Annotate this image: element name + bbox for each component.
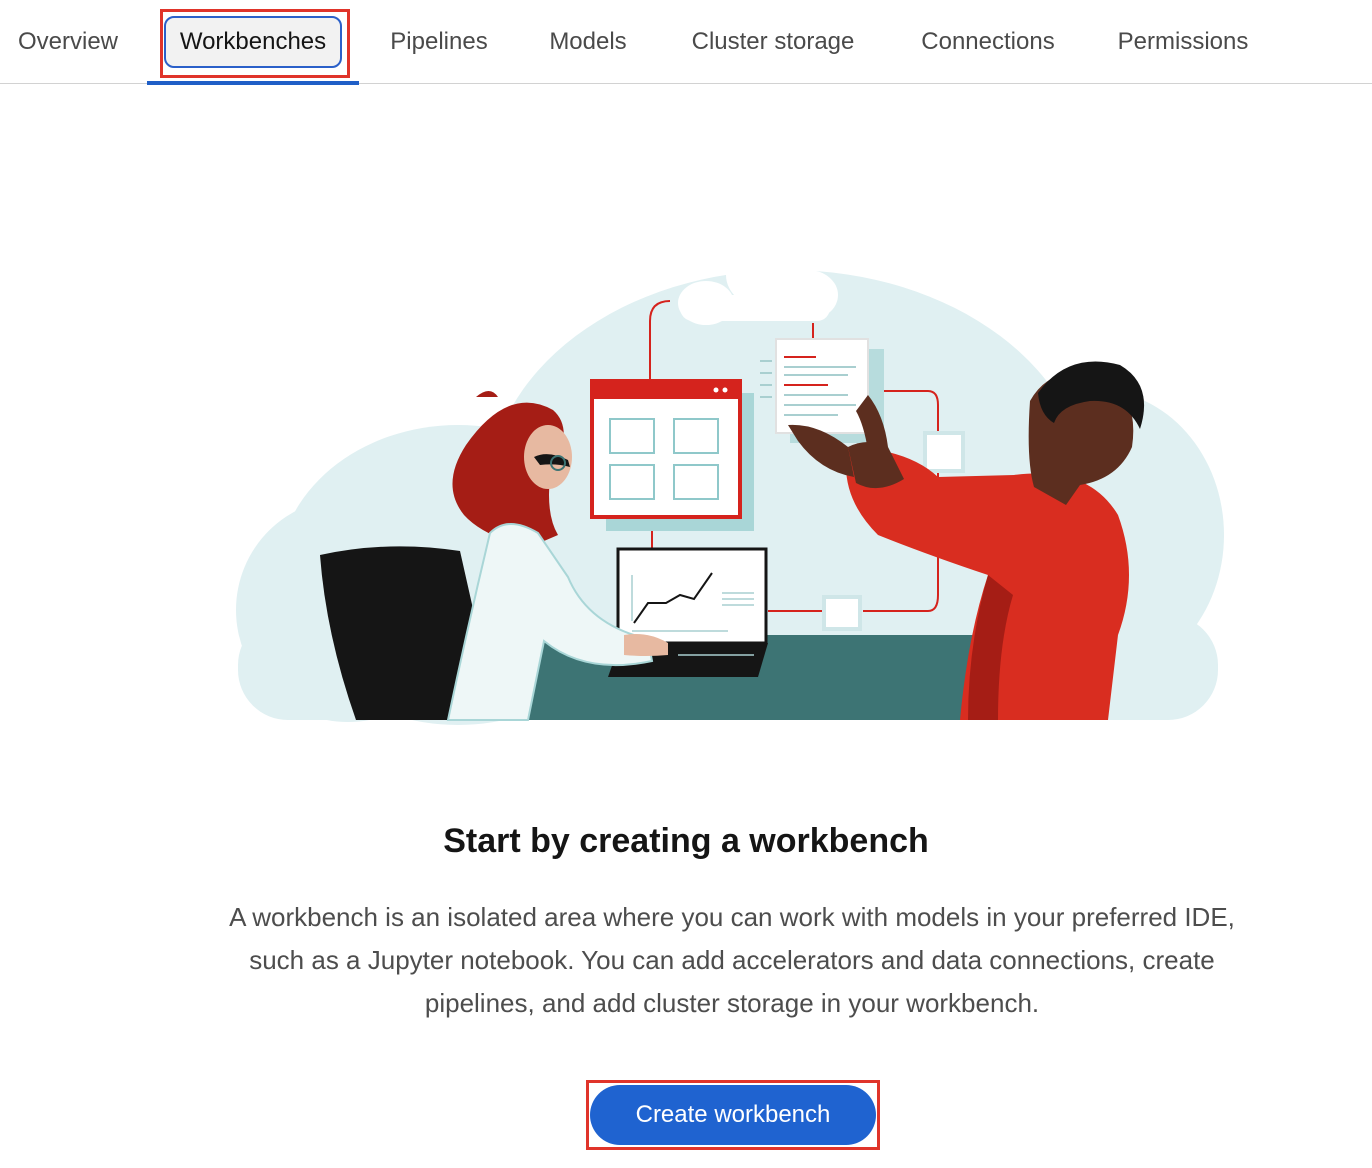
tab-label: Cluster storage [691,28,855,55]
node-square [923,431,965,473]
tab-label: Overview [17,28,119,55]
tab-label: Permissions [1117,28,1249,55]
dashboard-window-icon [590,379,742,519]
node-square [822,595,862,631]
tab-workbenches[interactable]: Workbenches [147,0,359,85]
tab-pipelines[interactable]: Pipelines [370,0,508,84]
tab-overview[interactable]: Overview [0,0,136,84]
tab-permissions[interactable]: Permissions [1100,0,1266,84]
tab-label: Connections [921,28,1055,55]
create-workbench-button[interactable]: Create workbench [590,1085,876,1145]
project-tabs: Overview Workbenches Pipelines Models Cl… [0,0,1372,85]
empty-state-title: Start by creating a workbench [443,822,929,860]
tab-models[interactable]: Models [528,0,648,84]
tab-connections[interactable]: Connections [900,0,1076,84]
tab-cluster-storage[interactable]: Cluster storage [672,0,874,84]
tab-label: Workbenches [163,16,343,68]
tab-label: Pipelines [390,28,488,55]
project-page: Overview Workbenches Pipelines Models Cl… [0,0,1372,1168]
people-collaborating-illustration [236,241,1224,725]
empty-state-description: A workbench is an isolated area where yo… [229,902,1235,1018]
tab-label: Models [549,28,627,55]
small-cloud-icon [678,241,838,325]
